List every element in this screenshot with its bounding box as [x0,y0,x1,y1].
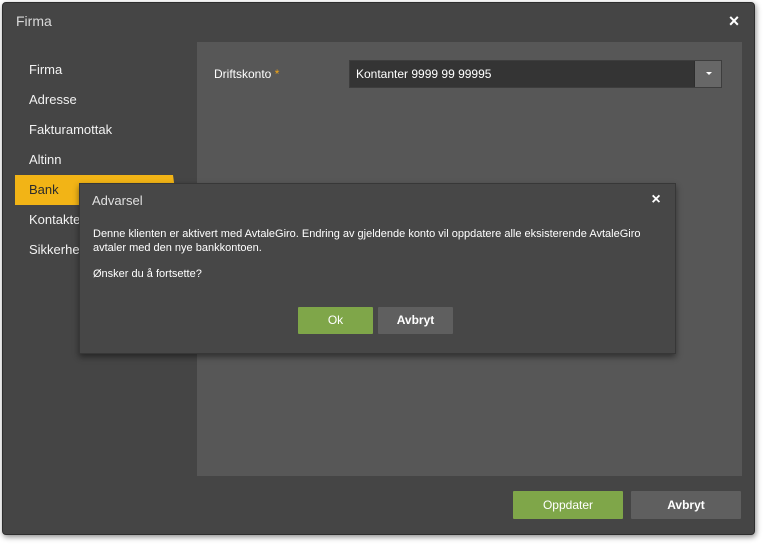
close-icon[interactable]: × [724,11,744,31]
ok-button[interactable]: Ok [298,307,373,334]
close-icon[interactable]: × [646,190,666,210]
cancel-button[interactable]: Avbryt [631,491,741,519]
driftskonto-label-text: Driftskonto [214,67,272,81]
warning-modal: Advarsel × Denne klienten er aktivert me… [79,183,676,354]
sidebar-item-altinn[interactable]: Altinn [15,145,177,175]
driftskonto-select-value: Kontanter 9999 99 99995 [356,67,492,81]
update-button[interactable]: Oppdater [513,491,623,519]
modal-cancel-button[interactable]: Avbryt [378,307,453,334]
driftskonto-select[interactable]: Kontanter 9999 99 99995 [349,60,722,88]
dialog-title: Firma [16,13,52,29]
sidebar-item-adresse[interactable]: Adresse [15,85,177,115]
chevron-down-icon[interactable] [694,61,721,87]
required-marker: * [274,67,280,81]
sidebar-item-firma[interactable]: Firma [15,55,177,85]
driftskonto-label: Driftskonto * [214,67,279,81]
sidebar-item-fakturamottak[interactable]: Fakturamottak [15,115,177,145]
warning-modal-title: Advarsel [92,193,143,208]
warning-message: Denne klienten er aktivert med AvtaleGir… [93,228,641,254]
confirmation-question: Ønsker du å fortsette? [93,268,202,280]
